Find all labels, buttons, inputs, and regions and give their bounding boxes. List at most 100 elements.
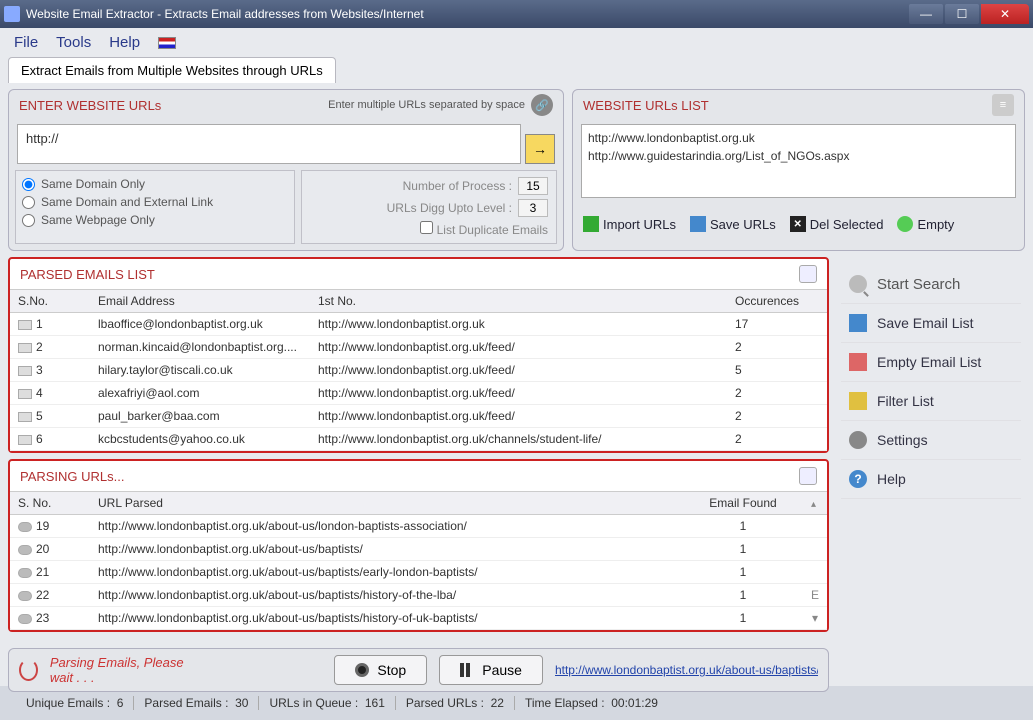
link-icon: 🔗 <box>531 94 553 116</box>
tab-extract-emails[interactable]: Extract Emails from Multiple Websites th… <box>8 57 336 83</box>
import-icon <box>583 216 599 232</box>
language-flag-icon[interactable] <box>158 37 176 49</box>
parsing-urls-panel: PARSING URLs... S. No. URL Parsed Email … <box>8 459 829 632</box>
app-icon <box>4 6 20 22</box>
enter-urls-panel: ENTER WEBSITE URLs Enter multiple URLs s… <box>8 89 564 251</box>
save-urls-button[interactable]: Save URLs <box>690 216 776 232</box>
save-email-list-button[interactable]: Save Email List <box>841 304 1021 343</box>
parsing-urls-table: S. No. URL Parsed Email Found ▴ 19http:/… <box>10 491 827 630</box>
parsing-status-text: Parsing Emails, Please wait . . . <box>50 655 201 685</box>
tabstrip: Extract Emails from Multiple Websites th… <box>0 57 1033 83</box>
enter-urls-hint: Enter multiple URLs separated by space <box>328 99 525 111</box>
export-icon[interactable] <box>799 265 817 283</box>
list-item[interactable]: http://www.londonbaptist.org.uk <box>588 129 1009 147</box>
spinner-icon <box>19 659 38 681</box>
digg-level-label: URLs Digg Upto Level : <box>387 201 512 215</box>
submit-url-button[interactable]: → <box>525 134 555 164</box>
parsed-emails-value: 30 <box>235 696 248 710</box>
parsed-emails-table: S.No. Email Address 1st No. Occurences 1… <box>10 289 827 451</box>
unique-emails-value: 6 <box>117 696 124 710</box>
parsed-emails-panel: PARSED EMAILS LIST S.No. Email Address 1… <box>8 257 829 453</box>
table-row[interactable]: 21http://www.londonbaptist.org.uk/about-… <box>10 561 827 584</box>
scroll-up-icon[interactable]: ▴ <box>811 499 816 510</box>
table-row[interactable]: 22http://www.londonbaptist.org.uk/about-… <box>10 584 827 607</box>
collapse-icon[interactable]: ≡ <box>992 94 1014 116</box>
url-input[interactable]: http:// <box>17 124 521 164</box>
table-row[interactable]: 19http://www.londonbaptist.org.uk/about-… <box>10 515 827 538</box>
col-found[interactable]: Email Found <box>683 492 803 515</box>
delete-icon <box>790 216 806 232</box>
parsed-emails-header: PARSED EMAILS LIST <box>20 267 155 282</box>
mail-icon <box>18 435 32 445</box>
control-bar: Parsing Emails, Please wait . . . Stop P… <box>8 648 829 692</box>
empty-icon <box>897 216 913 232</box>
elapsed-label: Time Elapsed : <box>525 696 605 710</box>
link-icon <box>18 591 32 601</box>
table-row[interactable]: 2norman.kincaid@londonbaptist.org....htt… <box>10 336 827 359</box>
mail-icon <box>18 389 32 399</box>
urls-listbox[interactable]: http://www.londonbaptist.org.uk http://w… <box>581 124 1016 198</box>
radio-same-domain[interactable]: Same Domain Only <box>22 175 288 193</box>
queue-label: URLs in Queue : <box>269 696 358 710</box>
table-row[interactable]: 20http://www.londonbaptist.org.uk/about-… <box>10 538 827 561</box>
col-sno[interactable]: S. No. <box>10 492 90 515</box>
num-process-label: Number of Process : <box>403 179 512 193</box>
settings-button[interactable]: Settings <box>841 421 1021 460</box>
parsing-urls-header: PARSING URLs... <box>20 469 125 484</box>
collapse-icon[interactable] <box>799 467 817 485</box>
col-sno[interactable]: S.No. <box>10 290 90 313</box>
menu-file[interactable]: File <box>14 34 38 51</box>
mail-icon <box>18 412 32 422</box>
mail-icon <box>18 366 32 376</box>
help-button[interactable]: Help <box>841 460 1021 499</box>
delete-selected-button[interactable]: Del Selected <box>790 216 884 232</box>
menu-tools[interactable]: Tools <box>56 34 91 51</box>
col-occ[interactable]: Occurences <box>727 290 827 313</box>
menubar: File Tools Help <box>0 28 1033 57</box>
help-icon <box>849 470 867 488</box>
domain-scope-group: Same Domain Only Same Domain and Externa… <box>15 170 295 244</box>
table-row[interactable]: 5paul_barker@baa.comhttp://www.londonbap… <box>10 405 827 428</box>
link-icon <box>18 614 32 624</box>
minimize-button[interactable]: — <box>909 4 943 24</box>
filter-icon <box>849 392 867 410</box>
table-row[interactable]: 3hilary.taylor@tiscali.co.ukhttp://www.l… <box>10 359 827 382</box>
table-row[interactable]: 4alexafriyi@aol.comhttp://www.londonbapt… <box>10 382 827 405</box>
table-row[interactable]: 23http://www.londonbaptist.org.uk/about-… <box>10 607 827 630</box>
import-urls-button[interactable]: Import URLs <box>583 216 676 232</box>
start-search-button[interactable]: Start Search <box>841 265 1021 304</box>
parsed-urls-value: 22 <box>491 696 504 710</box>
radio-same-domain-external[interactable]: Same Domain and External Link <box>22 193 288 211</box>
pause-icon <box>460 663 474 677</box>
col-url[interactable]: URL Parsed <box>90 492 683 515</box>
side-actions-panel: Start Search Save Email List Empty Email… <box>837 257 1025 692</box>
current-url-link[interactable]: http://www.londonbaptist.org.uk/about-us… <box>555 663 818 677</box>
list-item[interactable]: http://www.guidestarindia.org/List_of_NG… <box>588 147 1009 165</box>
save-icon <box>849 314 867 332</box>
duplicate-emails-checkbox[interactable]: List Duplicate Emails <box>420 221 548 237</box>
urls-list-panel: WEBSITE URLs LIST ≡ http://www.londonbap… <box>572 89 1025 251</box>
mail-icon <box>18 343 32 353</box>
close-button[interactable]: ✕ <box>981 4 1029 24</box>
elapsed-value: 00:01:29 <box>611 696 658 710</box>
empty-email-list-button[interactable]: Empty Email List <box>841 343 1021 382</box>
col-email[interactable]: Email Address <box>90 290 310 313</box>
digg-level-input[interactable] <box>518 199 548 217</box>
pause-button[interactable]: Pause <box>439 655 543 685</box>
menu-help[interactable]: Help <box>109 34 140 51</box>
table-row[interactable]: 6kcbcstudents@yahoo.co.ukhttp://www.lond… <box>10 428 827 451</box>
urls-list-header: WEBSITE URLs LIST <box>583 98 709 113</box>
table-row[interactable]: 1lbaoffice@londonbaptist.org.ukhttp://ww… <box>10 313 827 336</box>
num-process-input[interactable] <box>518 177 548 195</box>
statusbar: Unique Emails : 6 Parsed Emails : 30 URL… <box>8 692 1025 714</box>
col-first[interactable]: 1st No. <box>310 290 727 313</box>
radio-same-webpage[interactable]: Same Webpage Only <box>22 211 288 229</box>
filter-list-button[interactable]: Filter List <box>841 382 1021 421</box>
stop-button[interactable]: Stop <box>334 655 427 685</box>
maximize-button[interactable]: ☐ <box>945 4 979 24</box>
empty-button[interactable]: Empty <box>897 216 954 232</box>
link-icon <box>18 545 32 555</box>
stop-icon <box>355 663 369 677</box>
window-title: Website Email Extractor - Extracts Email… <box>26 7 909 21</box>
unique-emails-label: Unique Emails : <box>26 696 110 710</box>
